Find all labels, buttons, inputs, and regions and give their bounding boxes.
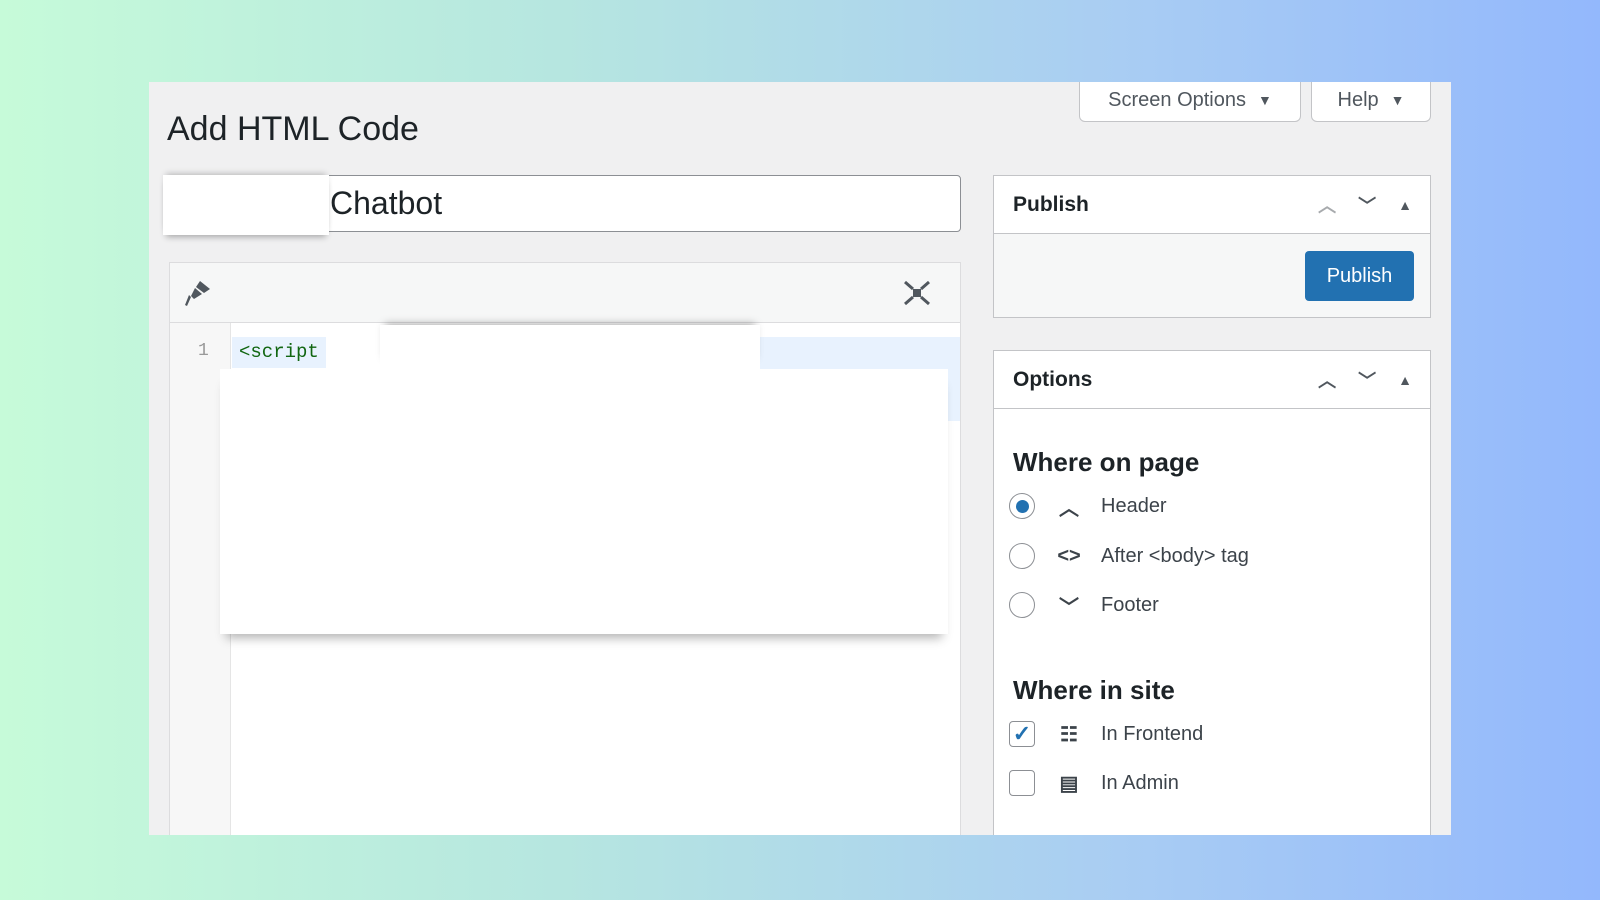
wp-admin-panel: Add HTML Code Screen Options ▼ Help ▼ Chat… (149, 82, 1451, 835)
chevron-down-icon: ﹀ (1059, 596, 1079, 619)
radio-after-body[interactable] (1009, 543, 1035, 569)
option-label: Footer (1101, 593, 1159, 616)
option-label: In Frontend (1101, 722, 1204, 745)
page-title: Add HTML Code (167, 110, 419, 148)
help-button[interactable]: Help ▼ (1311, 82, 1431, 122)
option-footer[interactable]: ﹀ Footer (994, 590, 1249, 620)
options-box-header: Options ︿ ﹀ ▲ (994, 351, 1430, 409)
publish-actions: Publish (994, 234, 1430, 317)
move-up-icon[interactable]: ︿ (1318, 192, 1336, 218)
option-label: Header (1101, 494, 1167, 517)
layout-grid-icon: ☷ (1060, 723, 1078, 746)
radio-header[interactable] (1009, 493, 1035, 519)
move-down-icon[interactable]: ﹀ (1358, 367, 1376, 393)
radio-footer[interactable] (1009, 592, 1035, 618)
option-admin[interactable]: ▤ In Admin (994, 768, 1203, 798)
fullscreen-icon[interactable] (903, 280, 931, 306)
option-label: In Admin (1101, 771, 1179, 794)
publish-box-title: Publish (1013, 192, 1089, 216)
redaction-mask (220, 369, 948, 634)
where-in-site-options: ✓ ☷ In Frontend ▤ In Admin (994, 719, 1203, 798)
checkbox-frontend[interactable]: ✓ (1009, 721, 1035, 747)
where-in-site-heading: Where in site (1013, 675, 1175, 705)
redaction-mask (163, 175, 329, 235)
code-brackets-icon: <> (1057, 544, 1081, 567)
line-number: 1 (198, 341, 209, 361)
option-label: After <body> tag (1101, 544, 1249, 567)
where-on-page-options: ︿ Header <> After <body> tag ﹀ Footer (994, 491, 1249, 620)
code-line[interactable]: <script (232, 337, 326, 368)
checkbox-admin[interactable] (1009, 770, 1035, 796)
post-title-value: Chatbot (330, 185, 443, 221)
chevron-up-icon: ︿ (1059, 497, 1079, 520)
publish-button[interactable]: Publish (1305, 251, 1414, 301)
move-down-icon[interactable]: ﹀ (1358, 192, 1376, 218)
option-after-body[interactable]: <> After <body> tag (994, 541, 1249, 571)
options-box-title: Options (1013, 367, 1093, 391)
collapse-icon[interactable]: ▲ (1398, 197, 1412, 213)
caret-down-icon: ▼ (1258, 92, 1272, 108)
redaction-mask (380, 325, 760, 369)
options-box: Options ︿ ﹀ ▲ Where on page ︿ Header <> Afte… (993, 350, 1431, 835)
code-editor[interactable]: 1 <script (169, 262, 961, 835)
option-header[interactable]: ︿ Header (994, 491, 1249, 521)
caret-down-icon: ▼ (1390, 92, 1405, 108)
publish-box-header: Publish ︿ ﹀ ▲ (994, 176, 1430, 234)
option-frontend[interactable]: ✓ ☷ In Frontend (994, 719, 1203, 749)
paintbrush-icon[interactable] (182, 279, 212, 307)
collapse-icon[interactable]: ▲ (1398, 372, 1412, 388)
editor-toolbar (170, 263, 960, 323)
id-card-icon: ▤ (1059, 772, 1079, 795)
help-label: Help (1337, 88, 1379, 111)
publish-box: Publish ︿ ﹀ ▲ Publish (993, 175, 1431, 318)
where-on-page-heading: Where on page (1013, 447, 1200, 477)
screen-options-button[interactable]: Screen Options ▼ (1079, 82, 1301, 122)
move-up-icon[interactable]: ︿ (1318, 367, 1336, 393)
screen-options-label: Screen Options (1108, 88, 1246, 111)
